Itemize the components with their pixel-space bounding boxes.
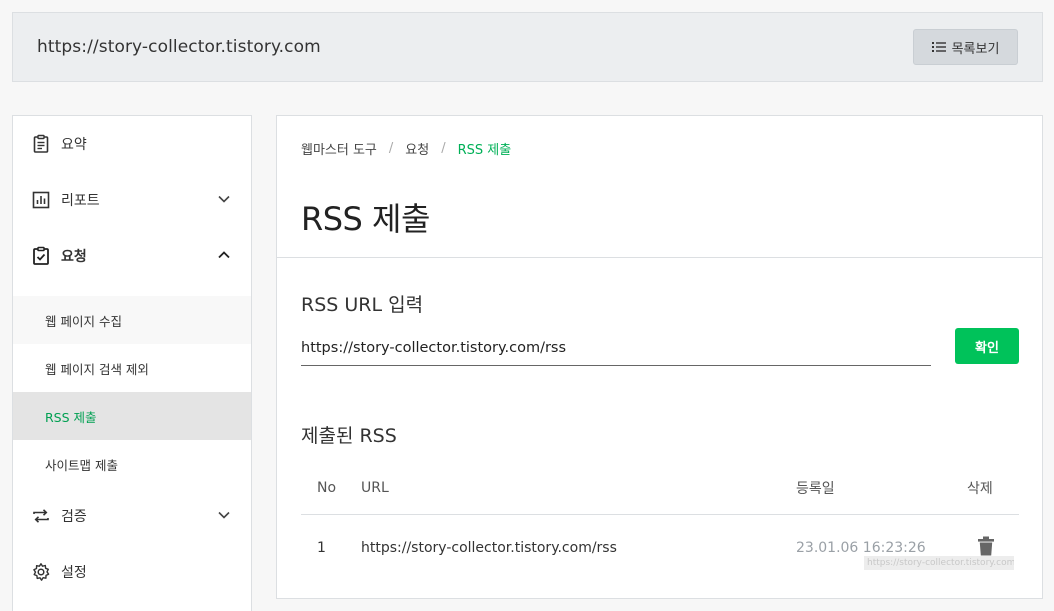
list-icon <box>931 42 946 52</box>
clipboard-check-icon <box>31 246 51 266</box>
breadcrumb-request[interactable]: 요청 <box>405 139 429 158</box>
sidebar: 요약 리포트 요청 웹 페이지 수집 웹 페이지 검색 제외 RSS 제출 사이… <box>12 115 252 611</box>
top-bar: https://story-collector.tistory.com 목록보기 <box>12 12 1043 82</box>
repeat-icon <box>31 506 51 526</box>
breadcrumb: 웹마스터 도구 / 요청 / RSS 제출 <box>301 139 511 158</box>
breadcrumb-webmaster-tools[interactable]: 웹마스터 도구 <box>301 139 377 158</box>
column-header-url: URL <box>361 479 389 496</box>
sidebar-subitem-rss-submit[interactable]: RSS 제출 <box>13 392 251 440</box>
gear-icon <box>31 562 51 582</box>
main-panel: 웹마스터 도구 / 요청 / RSS 제출 RSS 제출 RSS URL 입력 … <box>276 115 1043 599</box>
sidebar-item-summary[interactable]: 요약 <box>13 116 251 172</box>
sidebar-item-request[interactable]: 요청 <box>13 228 251 284</box>
breadcrumb-separator: / <box>388 141 394 156</box>
divider <box>277 257 1042 258</box>
sidebar-item-report[interactable]: 리포트 <box>13 172 251 228</box>
clipboard-icon <box>31 134 51 154</box>
row-date: 23.01.06 16:23:26 <box>796 540 926 556</box>
sidebar-subitem-page-collect[interactable]: 웹 페이지 수집 <box>13 296 251 344</box>
chevron-down-icon <box>218 511 230 519</box>
column-header-delete: 삭제 <box>967 480 993 497</box>
sidebar-item-verify[interactable]: 검증 <box>13 488 251 544</box>
breadcrumb-current: RSS 제출 <box>457 143 512 158</box>
table-row: 1 https://story-collector.tistory.com/rs… <box>301 515 1019 581</box>
row-no: 1 <box>317 540 326 556</box>
submenu-spacer <box>13 284 251 296</box>
sidebar-submenu-request: 웹 페이지 수집 웹 페이지 검색 제외 RSS 제출 사이트맵 제출 <box>13 284 251 488</box>
submitted-rss-title: 제출된 RSS <box>301 425 397 447</box>
sidebar-item-settings[interactable]: 설정 <box>13 544 251 600</box>
list-view-button-label: 목록보기 <box>951 41 1000 57</box>
sidebar-subitem-sitemap-submit[interactable]: 사이트맵 제출 <box>13 440 251 488</box>
site-url: https://story-collector.tistory.com <box>37 37 321 57</box>
table-header: No URL 등록일 삭제 <box>301 461 1019 515</box>
chevron-up-icon <box>218 251 230 259</box>
column-header-no: No <box>317 479 337 496</box>
watermark: https://story-collector.tistory.com <box>864 556 1014 570</box>
sidebar-item-label: 요청 <box>61 249 87 265</box>
sidebar-subitem-page-exclude[interactable]: 웹 페이지 검색 제외 <box>13 344 251 392</box>
sidebar-item-label: 요약 <box>61 137 87 153</box>
column-header-date: 등록일 <box>796 480 835 497</box>
rss-url-label: RSS URL 입력 <box>301 294 424 316</box>
chevron-down-icon <box>218 195 230 203</box>
sidebar-item-label: 설정 <box>61 565 87 581</box>
trash-icon <box>978 536 994 556</box>
sidebar-item-label: 검증 <box>61 509 87 525</box>
sidebar-item-label: 리포트 <box>61 193 100 209</box>
rss-url-input[interactable] <box>301 330 931 366</box>
list-view-button[interactable]: 목록보기 <box>913 29 1018 65</box>
bar-chart-icon <box>31 190 51 210</box>
row-url: https://story-collector.tistory.com/rss <box>361 540 617 556</box>
confirm-button[interactable]: 확인 <box>955 328 1019 364</box>
breadcrumb-separator: / <box>441 141 446 156</box>
page-title: RSS 제출 <box>301 200 430 238</box>
